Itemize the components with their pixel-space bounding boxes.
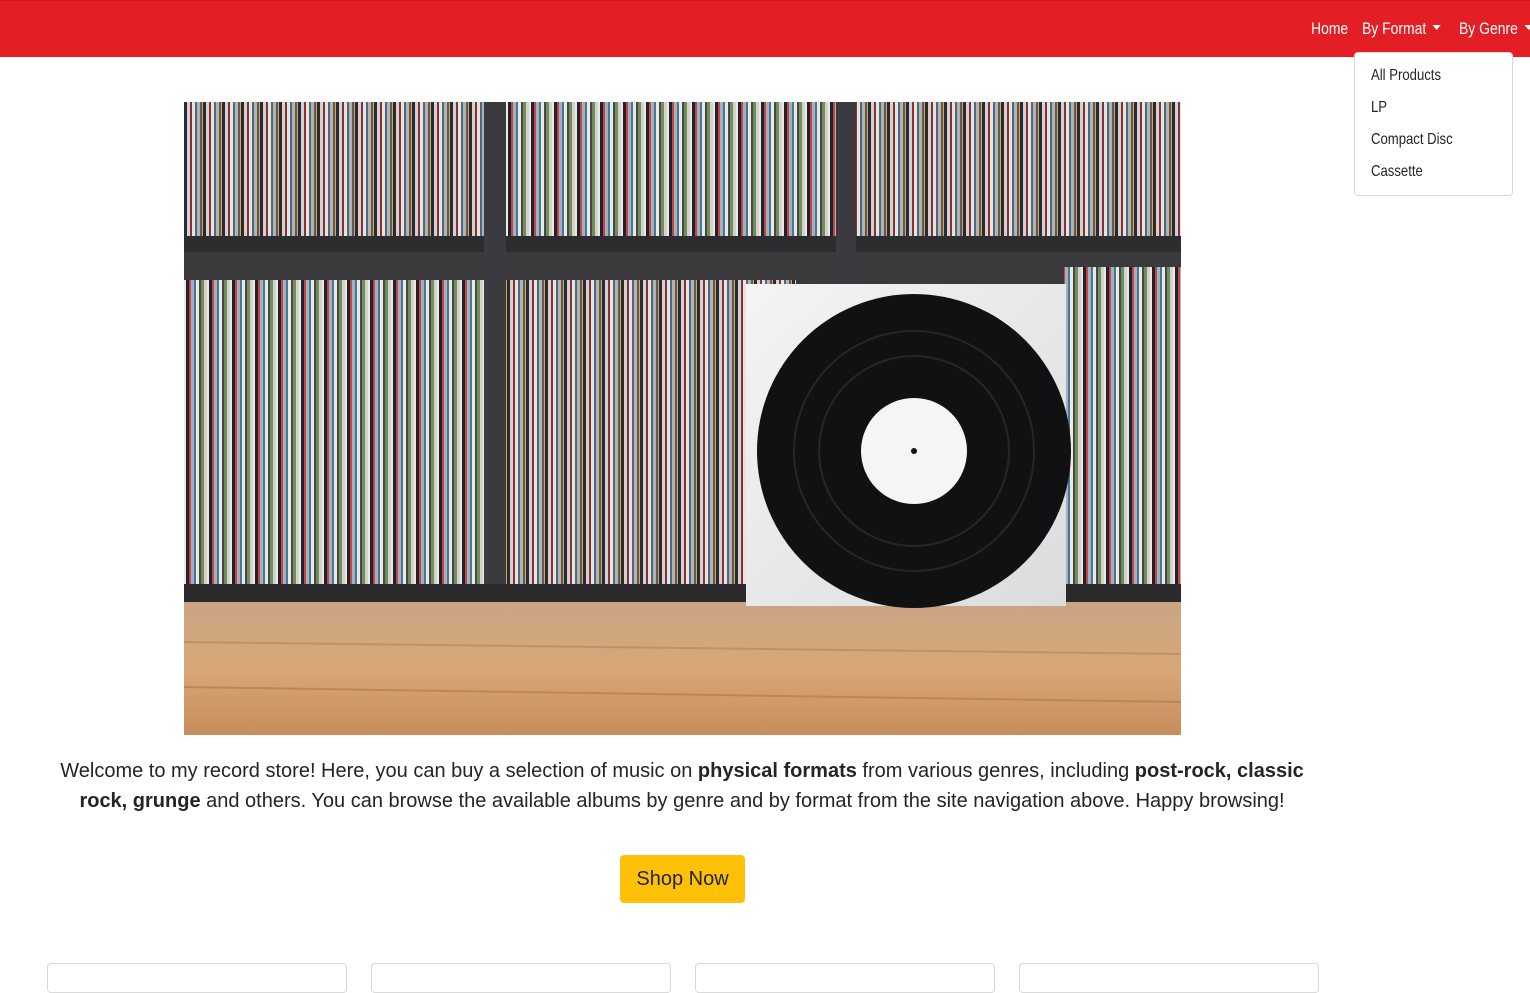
product-card[interactable]	[695, 963, 995, 993]
intro-text-2: from various genres, including	[856, 760, 1135, 782]
product-card[interactable]	[371, 963, 671, 993]
nav-by-format-label: By Format	[1362, 19, 1427, 38]
nav-by-genre-label: By Genre	[1459, 19, 1518, 38]
welcome-paragraph: Welcome to my record store! Here, you ca…	[60, 756, 1304, 816]
dropdown-item-all-products[interactable]: All Products	[1371, 67, 1441, 85]
format-dropdown-menu: All Products LP Compact Disc Cassette	[1354, 52, 1513, 196]
navbar: Home By Format By Genre	[0, 0, 1530, 57]
dropdown-item-compact-disc[interactable]: Compact Disc	[1371, 131, 1453, 149]
shop-now-button[interactable]: Shop Now	[620, 855, 745, 903]
dropdown-item-lp[interactable]: LP	[1371, 99, 1387, 117]
product-card[interactable]	[47, 963, 347, 993]
nav-by-format-toggle[interactable]: By Format	[1362, 19, 1442, 39]
intro-bold-formats: physical formats	[697, 760, 857, 782]
dropdown-item-cassette[interactable]: Cassette	[1371, 163, 1423, 181]
product-card[interactable]	[1019, 963, 1319, 993]
nav-by-genre-toggle[interactable]: By Genre	[1459, 19, 1530, 39]
chevron-down-icon	[1432, 25, 1442, 31]
intro-text-3: and others. You can browse the available…	[200, 790, 1285, 812]
nav-home-link[interactable]: Home	[1311, 19, 1348, 39]
intro-text-1: Welcome to my record store! Here, you ca…	[60, 760, 698, 782]
hero-image-record-shelves	[184, 102, 1181, 735]
chevron-down-icon	[1524, 25, 1530, 31]
